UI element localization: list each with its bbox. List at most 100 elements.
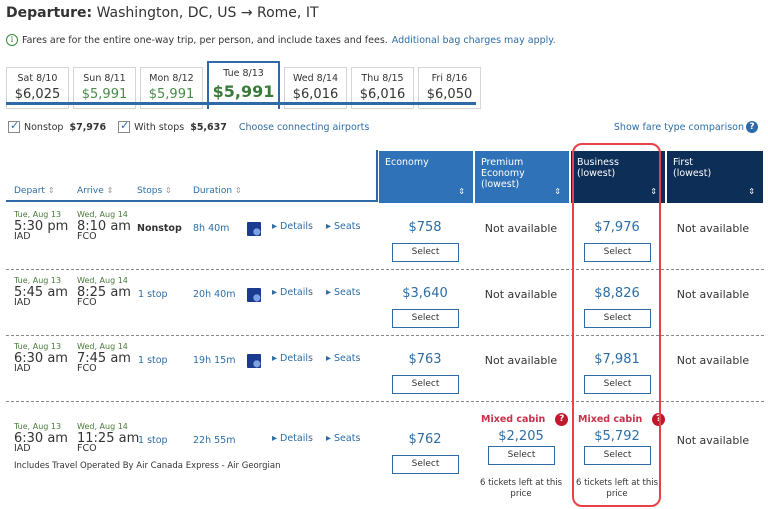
first-unavailable: Not available: [676, 288, 750, 301]
nonstop-checkbox[interactable]: [8, 119, 20, 133]
arrive-date: Wed, Aug 14: [77, 276, 128, 285]
date-label: Mon 8/12: [149, 73, 194, 84]
date-label: Tue 8/13: [223, 68, 264, 79]
first-label: First: [673, 157, 693, 168]
premium-label: Premium: [481, 157, 524, 168]
details-link[interactable]: Details: [272, 433, 313, 444]
depart-date: Tue, Aug 13: [14, 210, 62, 219]
sort-icon: ⇕: [234, 186, 242, 195]
first-unavailable: Not available: [676, 222, 750, 235]
business-highlight: [572, 143, 661, 507]
stops[interactable]: 1 stop: [138, 355, 168, 366]
stops: Nonstop: [137, 223, 182, 234]
stops[interactable]: 1 stop: [138, 289, 168, 300]
flight-row: Tue, Aug 13 6:30 am IAD: [14, 422, 68, 454]
date-price: $6,025: [14, 87, 61, 102]
date-price: $5,991: [212, 82, 275, 101]
arrival-info: Wed, Aug 14 11:25 am FCO: [77, 422, 139, 454]
sort-icon: ⇕: [554, 187, 561, 196]
tickets-left-note: 6 tickets left at this price: [476, 478, 566, 500]
first-unavailable: Not available: [676, 434, 750, 447]
depart-date: Tue, Aug 13: [14, 342, 62, 351]
withstops-checkbox[interactable]: [118, 119, 131, 133]
duration: 8h 40m: [193, 223, 230, 234]
sort-icon: ⇕: [106, 186, 114, 195]
airline-logo-icon: [247, 288, 261, 302]
withstops-label: With stops: [134, 121, 185, 133]
seats-link[interactable]: Seats: [326, 287, 360, 298]
details-link[interactable]: Details: [272, 287, 313, 298]
premium-unavailable: Not available: [484, 354, 558, 367]
premium-label: Economy: [481, 168, 525, 179]
premium-column-header[interactable]: Premium Economy (lowest) ⇕: [475, 151, 569, 203]
select-economy-button[interactable]: Select: [392, 243, 459, 262]
select-economy-button[interactable]: Select: [392, 455, 459, 474]
duration-header: Duration: [193, 186, 233, 196]
seats-link[interactable]: Seats: [326, 353, 360, 364]
date-price: $5,991: [81, 87, 128, 102]
fare-comparison-link[interactable]: Show fare type comparison ?: [614, 121, 758, 133]
flight-row: Tue, Aug 13 5:45 am IAD: [14, 276, 68, 308]
date-price: $5,991: [148, 87, 195, 102]
flight-row: Tue, Aug 13 6:30 am IAD: [14, 342, 68, 374]
sort-icon: ⇕: [748, 187, 755, 196]
seats-link[interactable]: Seats: [326, 221, 360, 232]
bag-charges-link[interactable]: Additional bag charges may apply.: [392, 35, 556, 46]
date-label: Sat 8/10: [17, 73, 58, 84]
stops[interactable]: 1 stop: [138, 435, 168, 446]
premium-label: (lowest): [481, 179, 520, 190]
premium-unavailable: Not available: [484, 222, 558, 235]
nonstop-price: $7,976: [69, 121, 107, 133]
mixed-cabin-label: Mixed cabin?: [481, 413, 569, 426]
nonstop-label: Nonstop: [24, 121, 64, 133]
premium-price: $2,205: [498, 429, 544, 444]
arrive-date: Wed, Aug 14: [77, 422, 128, 431]
seats-link[interactable]: Seats: [326, 433, 360, 444]
info-icon: i: [6, 34, 18, 46]
sort-duration[interactable]: Duration ⇕: [193, 186, 242, 196]
sort-icon: ⇕: [47, 186, 55, 195]
date-label: Fri 8/16: [431, 73, 468, 84]
arrive-date: Wed, Aug 14: [77, 342, 128, 351]
sort-icon: ⇕: [165, 186, 172, 195]
page-title: Departure: Washington, DC, US → Rome, IT: [6, 5, 319, 21]
select-premium-button[interactable]: Select: [488, 446, 555, 465]
withstops-price: $5,637: [190, 121, 227, 133]
sort-icon: ⇕: [458, 187, 465, 196]
details-link[interactable]: Details: [272, 221, 313, 232]
tickets-left-text: price: [510, 489, 532, 499]
arrival-info: Wed, Aug 14 7:45 am FCO: [77, 342, 131, 374]
economy-price: $762: [408, 432, 442, 447]
first-unavailable: Not available: [676, 354, 750, 367]
arrive-header: Arrive: [77, 186, 104, 196]
date-tab-underline: [6, 102, 476, 105]
economy-column-header[interactable]: Economy ⇕: [379, 151, 473, 203]
fare-notice: i Fares are for the entire one-way trip,…: [6, 34, 556, 46]
first-label: (lowest): [673, 168, 712, 179]
economy-label: Economy: [385, 157, 429, 168]
flight-row: Tue, Aug 13 5:30 pm IAD: [14, 210, 68, 242]
first-column-header[interactable]: First (lowest) ⇕: [667, 151, 763, 203]
help-icon[interactable]: ?: [555, 413, 569, 426]
compare-label: Show fare type comparison: [613, 121, 744, 133]
tickets-left-text: 6 tickets left at this: [479, 478, 562, 488]
help-icon[interactable]: ?: [746, 121, 758, 133]
economy-price: $758: [408, 220, 442, 235]
depart-date: Tue, Aug 13: [14, 422, 62, 431]
select-economy-button[interactable]: Select: [392, 309, 459, 328]
date-label: Sun 8/11: [83, 73, 126, 84]
premium-unavailable: Not available: [484, 288, 558, 301]
depart-header: Depart: [14, 186, 45, 196]
depart-date: Tue, Aug 13: [14, 276, 62, 285]
connecting-airports-link[interactable]: Choose connecting airports: [239, 122, 369, 133]
select-economy-button[interactable]: Select: [392, 375, 459, 394]
arrival-info: Wed, Aug 14 8:25 am FCO: [77, 276, 131, 308]
stops-header: Stops: [137, 186, 163, 196]
duration: 22h 55m: [193, 435, 236, 446]
details-link[interactable]: Details: [272, 353, 313, 364]
economy-price: $763: [408, 352, 442, 367]
sort-depart[interactable]: Depart ⇕: [14, 186, 55, 196]
sort-stops[interactable]: Stops ⇕: [137, 186, 172, 196]
sort-arrive[interactable]: Arrive ⇕: [77, 186, 113, 196]
header-divider: [376, 150, 378, 202]
